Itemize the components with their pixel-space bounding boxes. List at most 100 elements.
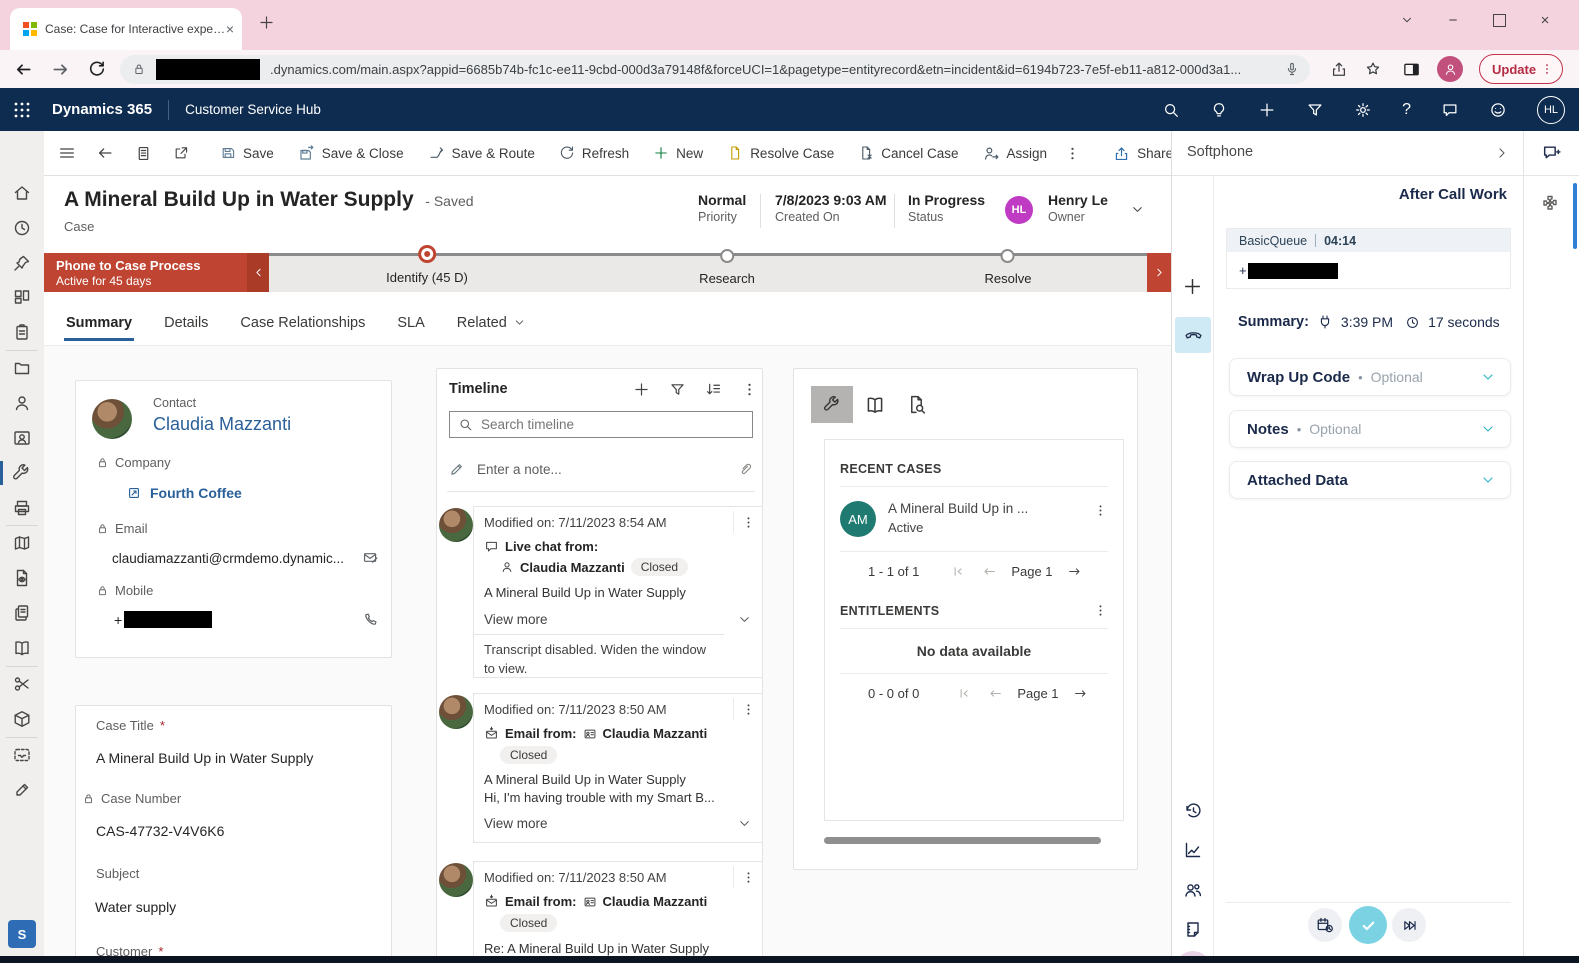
notes-accordion[interactable]: Notes• Optional — [1229, 410, 1511, 448]
next-page-icon[interactable] — [1073, 686, 1088, 701]
recent-case-row[interactable]: AM A Mineral Build Up in ... Active — [840, 501, 1108, 537]
schedule-callback-button[interactable] — [1308, 908, 1342, 942]
teams-chat-icon[interactable] — [1441, 101, 1459, 119]
sidebar-item-knowledge-search-icon[interactable] — [12, 568, 32, 588]
paperclip-icon[interactable] — [737, 461, 753, 477]
sidebar-item-dashboards-icon[interactable] — [12, 287, 32, 307]
favorite-star-icon[interactable] — [1364, 60, 1382, 78]
new-button[interactable]: New — [641, 131, 715, 176]
app-name[interactable]: Customer Service Hub — [185, 102, 321, 117]
add-session-icon[interactable] — [1182, 276, 1203, 297]
save-button[interactable]: Save — [208, 131, 286, 176]
next-page-icon[interactable] — [1067, 564, 1082, 579]
timeline-search-input[interactable] — [479, 416, 752, 433]
recent-case-title[interactable]: A Mineral Build Up in ... — [888, 501, 1093, 516]
sidebar-item-cases-icon[interactable] — [12, 463, 32, 483]
sidebar-item-recent-icon[interactable] — [12, 218, 32, 238]
url-field[interactable]: .dynamics.com/main.aspx?appid=6685b74b-f… — [120, 55, 1310, 84]
view-more-link[interactable]: View more — [484, 612, 737, 627]
brand-title[interactable]: Dynamics 365 — [52, 101, 152, 118]
hamburger-icon[interactable] — [54, 131, 80, 176]
browser-menu-chevron-icon[interactable] — [1392, 6, 1422, 34]
save-and-close-button[interactable]: Save & Close — [286, 131, 416, 176]
close-button[interactable]: × — [1530, 6, 1560, 34]
timeline-search-box[interactable] — [449, 411, 753, 438]
prev-page-icon[interactable] — [982, 564, 997, 579]
attached-data-accordion[interactable]: Attached Data — [1229, 461, 1511, 499]
share-page-icon[interactable] — [1330, 60, 1348, 78]
microphone-icon[interactable] — [1284, 61, 1300, 77]
browser-profile-avatar[interactable] — [1437, 56, 1463, 82]
timeline-entry-email[interactable]: Modified on: 7/11/2023 8:50 AM Email fro… — [473, 693, 763, 843]
header-expand-chevron-icon[interactable] — [1130, 202, 1145, 217]
more-commands-icon[interactable] — [1059, 131, 1085, 176]
sidebar-item-inbox-icon[interactable] — [12, 745, 32, 765]
filter-icon[interactable] — [1306, 101, 1324, 119]
sidebar-item-knowledge-articles-icon[interactable] — [12, 533, 32, 553]
browser-tab[interactable]: Case: Case for Interactive experie × — [10, 8, 242, 50]
assign-button[interactable]: Assign — [971, 131, 1060, 176]
tab-knowledge-search-icon[interactable] — [906, 394, 927, 415]
prev-page-icon[interactable] — [988, 686, 1003, 701]
form-selector-icon[interactable] — [130, 131, 156, 176]
sidebar-item-templates-icon[interactable] — [12, 603, 32, 623]
plugin-puzzle-icon[interactable] — [1540, 193, 1560, 213]
maximize-button[interactable] — [1484, 6, 1514, 34]
new-tab-button[interactable] — [258, 14, 275, 31]
cancel-case-button[interactable]: Cancel Case — [846, 131, 970, 176]
entry-more-icon[interactable] — [733, 698, 762, 720]
send-email-icon[interactable] — [362, 549, 379, 566]
agents-icon[interactable] — [1183, 880, 1203, 900]
active-call-session-tab[interactable] — [1175, 317, 1211, 353]
sidebar-item-products-icon[interactable] — [12, 709, 32, 729]
entry-more-icon[interactable] — [733, 866, 762, 888]
email-value[interactable]: claudiamazzanti@crmdemo.dynamic... — [112, 551, 360, 566]
company-link[interactable]: Fourth Coffee — [150, 485, 242, 501]
chevron-down-icon[interactable] — [737, 612, 752, 627]
collapse-panel-chevron-icon[interactable] — [1494, 145, 1510, 161]
view-more-link[interactable]: View more — [484, 816, 737, 831]
tab-sla[interactable]: SLA — [395, 305, 426, 341]
chevron-down-icon[interactable] — [1480, 421, 1496, 437]
wrap-up-code-accordion[interactable]: Wrap Up Code• Optional — [1229, 358, 1511, 396]
bpf-stage-research[interactable]: Research — [699, 249, 755, 286]
lightbulb-icon[interactable] — [1210, 101, 1228, 119]
subject-value[interactable]: Water supply — [95, 899, 176, 915]
sidebar-item-entitlements-icon[interactable] — [12, 674, 32, 694]
sidebar-item-activities-icon[interactable] — [12, 322, 32, 342]
timeline-filter-icon[interactable] — [669, 381, 686, 398]
minimize-button[interactable]: − — [1438, 6, 1468, 34]
timeline-expand-collapse-icon[interactable] — [705, 381, 722, 398]
chevron-down-icon[interactable] — [1480, 472, 1496, 488]
sidebar-item-queues-icon[interactable] — [12, 498, 32, 518]
refresh-icon[interactable] — [88, 60, 106, 78]
tab-knowledge-book-icon[interactable] — [864, 394, 886, 416]
chevron-down-icon[interactable] — [1480, 369, 1496, 385]
settings-gear-icon[interactable] — [1354, 101, 1372, 119]
note-entry-row[interactable]: Enter a note... — [449, 455, 753, 483]
timeline-more-icon[interactable] — [741, 381, 758, 398]
call-phone-icon[interactable] — [362, 611, 379, 628]
notes-journal-icon[interactable] — [1183, 920, 1203, 940]
resolve-case-button[interactable]: Resolve Case — [715, 131, 846, 176]
skip-acw-button[interactable] — [1392, 908, 1426, 942]
tab-details[interactable]: Details — [162, 305, 210, 341]
rail-scrollbar[interactable] — [1573, 183, 1577, 249]
bpf-stage-resolve[interactable]: Resolve — [985, 249, 1032, 286]
horizontal-scrollbar[interactable] — [824, 837, 1101, 844]
bpf-scroll-left-button[interactable] — [247, 253, 269, 292]
save-and-route-button[interactable]: Save & Route — [416, 131, 547, 176]
bpf-stage-identify[interactable]: Identify (45 D) — [386, 245, 468, 285]
update-button[interactable]: Update — [1479, 54, 1563, 84]
timeline-add-icon[interactable] — [633, 381, 650, 398]
bpf-scroll-right-button[interactable] — [1147, 253, 1171, 292]
section-more-icon[interactable] — [1093, 603, 1108, 618]
entry-more-icon[interactable] — [733, 511, 762, 533]
first-page-icon[interactable] — [951, 564, 966, 579]
tab-close-icon[interactable]: × — [226, 21, 234, 37]
sidebar-item-resources-icon[interactable] — [12, 638, 32, 658]
sidebar-item-contacts-icon[interactable] — [12, 393, 32, 413]
copilot-chat-icon[interactable] — [1541, 143, 1562, 164]
back-icon[interactable] — [14, 60, 33, 79]
owner-link[interactable]: Henry Le — [1048, 192, 1108, 208]
